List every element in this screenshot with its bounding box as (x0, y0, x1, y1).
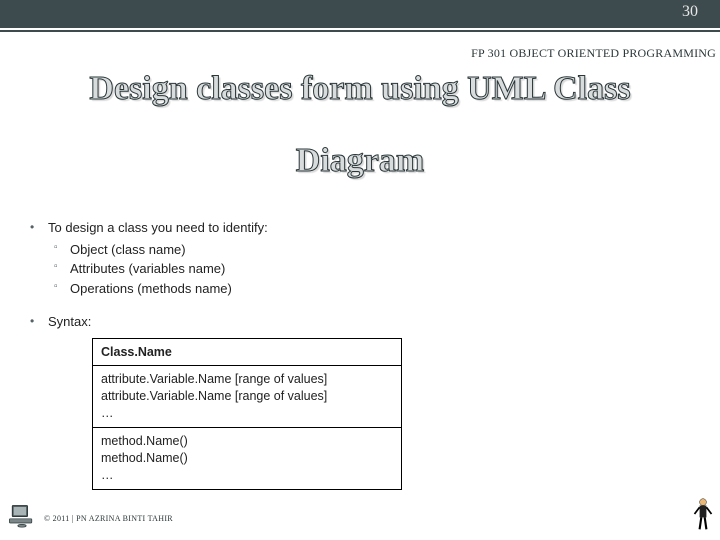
uml-attributes: attribute.Variable.Name [range of values… (93, 366, 402, 428)
uml-method-line: method.Name() (101, 450, 393, 467)
uml-attr-ellipsis: … (101, 405, 393, 422)
sub-bullet-object: Object (class name) (48, 240, 694, 260)
bullet-intro: To design a class you need to identify: … (26, 218, 694, 298)
content-area: To design a class you need to identify: … (26, 218, 694, 504)
title-line-2: Diagram (0, 134, 720, 188)
course-code: FP 301 OBJECT ORIENTED PROGRAMMING (471, 46, 716, 61)
uml-attr-line: attribute.Variable.Name [range of values… (101, 371, 393, 388)
page-number: 30 (682, 3, 698, 21)
uml-method-ellipsis: … (101, 467, 393, 484)
sub-bullet-attributes: Attributes (variables name) (48, 259, 694, 279)
uml-methods: method.Name() method.Name() … (93, 428, 402, 490)
divider (0, 30, 720, 32)
copyright: © 2011 | PN AZRINA BINTI TAHIR (44, 514, 173, 523)
sub-bullet-list: Object (class name) Attributes (variable… (48, 240, 694, 299)
bullet-list: To design a class you need to identify: … (26, 218, 694, 490)
sub-bullet-operations: Operations (methods name) (48, 279, 694, 299)
top-bar: 30 (0, 0, 720, 28)
footer: © 2011 | PN AZRINA BINTI TAHIR (8, 503, 173, 534)
uml-method-line: method.Name() (101, 433, 393, 450)
title-line-1: Design classes form using UML Class (0, 62, 720, 116)
bullet-syntax: Syntax: Class.Name attribute.Variable.Na… (26, 312, 694, 490)
slide-title: Design classes form using UML Class Diag… (0, 62, 720, 189)
computer-icon (8, 503, 36, 534)
syntax-label: Syntax: (48, 314, 91, 329)
uml-attr-line: attribute.Variable.Name [range of values… (101, 388, 393, 405)
uml-class-name: Class.Name (93, 338, 402, 366)
mascot-icon (692, 497, 714, 536)
intro-text: To design a class you need to identify: (48, 220, 268, 235)
uml-class-box: Class.Name attribute.Variable.Name [rang… (92, 338, 402, 490)
